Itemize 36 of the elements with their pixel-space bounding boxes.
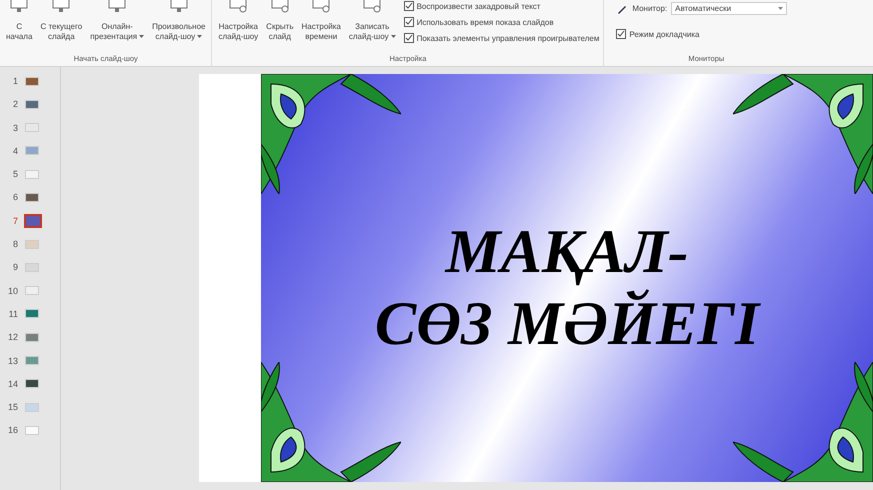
slide-thumbnail[interactable]: 9: [0, 259, 60, 276]
slide-thumbnail[interactable]: 6: [0, 189, 60, 206]
slide-thumbnail[interactable]: 12: [0, 329, 60, 346]
slide-thumbnail[interactable]: 16: [0, 422, 60, 438]
checkbox-label[interactable]: Режим докладчика: [629, 30, 700, 38]
ribbon-button[interactable]: С начала: [4, 0, 34, 54]
slide-thumbnail[interactable]: 11: [0, 306, 60, 322]
checkbox[interactable]: [404, 17, 414, 27]
checkbox[interactable]: [404, 1, 414, 11]
ribbon-button[interactable]: Настройка времени: [299, 0, 343, 54]
slide-thumbnail[interactable]: 13: [0, 352, 60, 369]
slide-thumbnail[interactable]: 15: [0, 399, 60, 416]
ribbon-button[interactable]: С текущего слайда: [38, 0, 84, 54]
checkbox-label[interactable]: Использовать время показа слайдов: [416, 18, 554, 26]
checkbox-label[interactable]: Воспроизвести закадровый текст: [416, 2, 540, 10]
slide-title: МАҚАЛ- СӨЗ МӘЙЕГІ: [374, 217, 760, 360]
ribbon-button[interactable]: Настройка слайд-шоу: [216, 0, 260, 54]
slide-thumbnail[interactable]: 14: [0, 376, 60, 392]
ribbon-button[interactable]: Записать слайд-шоу: [346, 0, 398, 54]
slide-thumbnail[interactable]: 5: [0, 166, 60, 182]
slide-thumbnail[interactable]: 1: [0, 73, 60, 89]
monitor-label: Монитор:: [632, 4, 668, 13]
ribbon-button[interactable]: Скрыть слайд: [264, 0, 296, 54]
slide-thumbnail[interactable]: 7: [0, 212, 60, 229]
ribbon-button[interactable]: Онлайн- презентация: [88, 0, 146, 54]
slide-thumbnail[interactable]: 8: [0, 236, 60, 252]
checkbox[interactable]: [404, 33, 414, 43]
monitor-dropdown[interactable]: Автоматически: [671, 2, 788, 15]
slide-thumbnail[interactable]: 3: [0, 120, 60, 136]
checkbox[interactable]: [616, 29, 626, 39]
checkbox-label[interactable]: Показать элементы управления проигрывателем: [416, 34, 600, 42]
slide-thumbnail[interactable]: 2: [0, 96, 60, 112]
slide-thumbnail[interactable]: 4: [0, 142, 60, 159]
ribbon-button[interactable]: Произвольное слайд-шоу: [150, 0, 208, 54]
caret-icon: [778, 6, 784, 10]
slide-thumbnail[interactable]: 10: [0, 282, 60, 299]
